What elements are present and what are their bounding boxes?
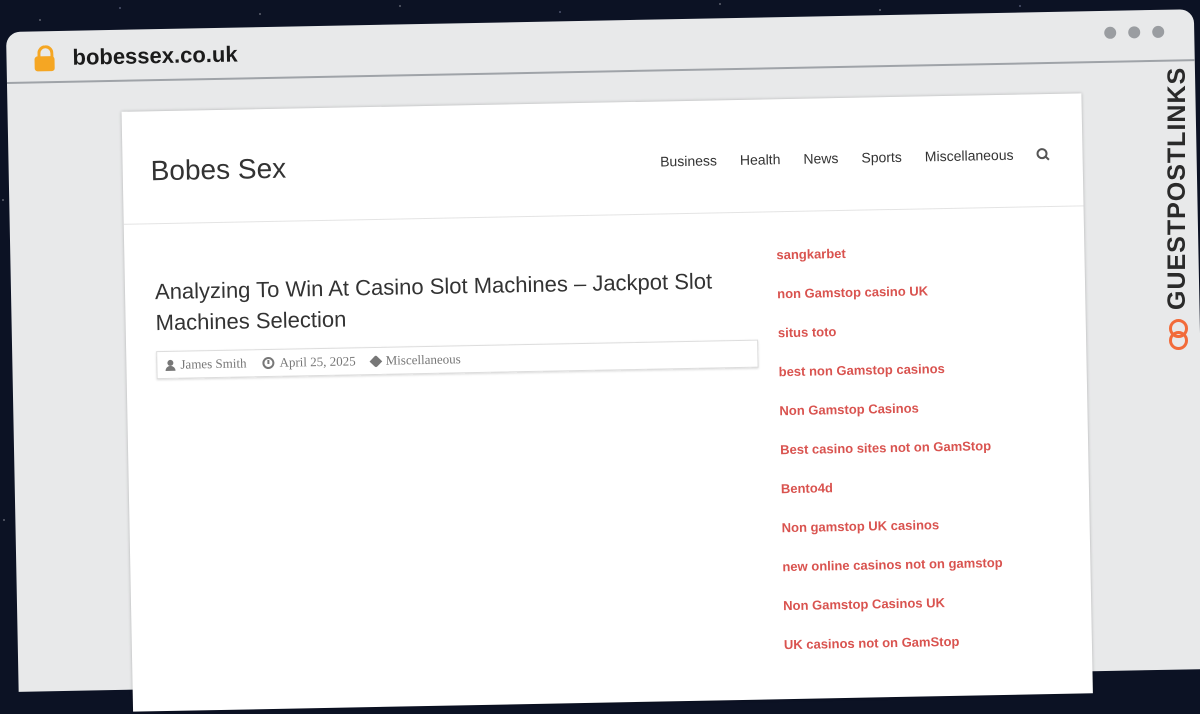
post-date[interactable]: April 25, 2025 — [279, 353, 355, 370]
sidebar-link[interactable]: new online casinos not on gamstop — [782, 553, 1083, 598]
lock-icon — [34, 45, 55, 72]
sidebar-link[interactable]: Best casino sites not on GamStop — [780, 436, 1081, 481]
window-controls — [1104, 25, 1165, 39]
sidebar-link[interactable]: situs toto — [778, 319, 1079, 364]
sidebar-link[interactable]: UK casinos not on GamStop — [784, 631, 1085, 676]
sidebar-link[interactable]: best non Gamstop casinos — [779, 358, 1080, 403]
user-icon — [165, 359, 175, 370]
nav-item-sports[interactable]: Sports — [861, 149, 902, 166]
nav-item-miscellaneous[interactable]: Miscellaneous — [925, 147, 1014, 165]
sidebar-link[interactable]: sangkarbet — [776, 241, 1077, 286]
sidebar-link[interactable]: Non Gamstop Casinos UK — [783, 592, 1084, 637]
author-meta[interactable]: James Smith — [165, 355, 246, 373]
nav-item-news[interactable]: News — [803, 150, 838, 167]
chain-link-icon — [1167, 320, 1189, 350]
web-page: Bobes Sex Business Health News Sports Mi… — [121, 93, 1093, 712]
brand-watermark-text: GUESTPOSTLINKS — [1163, 66, 1191, 310]
site-title[interactable]: Bobes Sex — [150, 153, 286, 188]
address-bar[interactable]: bobessex.co.uk — [34, 42, 238, 72]
site-header: Bobes Sex Business Health News Sports Mi… — [121, 93, 1084, 225]
sidebar-link[interactable]: non Gamstop casino UK — [777, 280, 1078, 325]
tag-icon — [369, 354, 383, 368]
main-nav: Business Health News Sports Miscellaneou… — [660, 146, 1050, 169]
category-meta[interactable]: Miscellaneous — [369, 351, 461, 369]
sidebar-link[interactable]: Non gamstop UK casinos — [782, 514, 1083, 559]
sidebar-links: sangkarbet non Gamstop casino UK situs t… — [776, 241, 1084, 676]
browser-window: bobessex.co.uk Bobes Sex Business Health… — [6, 9, 1200, 712]
post-meta: James Smith April 25, 2025 Miscellaneous — [156, 339, 759, 380]
window-dot-icon[interactable] — [1152, 25, 1165, 38]
post-category[interactable]: Miscellaneous — [386, 351, 461, 368]
date-meta[interactable]: April 25, 2025 — [262, 353, 356, 371]
window-dot-icon[interactable] — [1128, 26, 1141, 39]
brand-watermark: GUESTPOSTLINKS — [1163, 67, 1192, 350]
search-icon[interactable] — [1036, 148, 1050, 161]
url-text[interactable]: bobessex.co.uk — [72, 42, 238, 71]
sidebar-link[interactable]: Bento4d — [781, 475, 1082, 520]
nav-item-health[interactable]: Health — [740, 151, 781, 168]
window-dot-icon[interactable] — [1104, 26, 1117, 39]
sidebar-link[interactable]: Non Gamstop Casinos — [779, 397, 1080, 442]
nav-item-business[interactable]: Business — [660, 152, 717, 169]
clock-icon — [262, 356, 275, 370]
author-name[interactable]: James Smith — [180, 355, 246, 372]
article-title: Analyzing To Win At Casino Slot Machines… — [154, 268, 713, 336]
